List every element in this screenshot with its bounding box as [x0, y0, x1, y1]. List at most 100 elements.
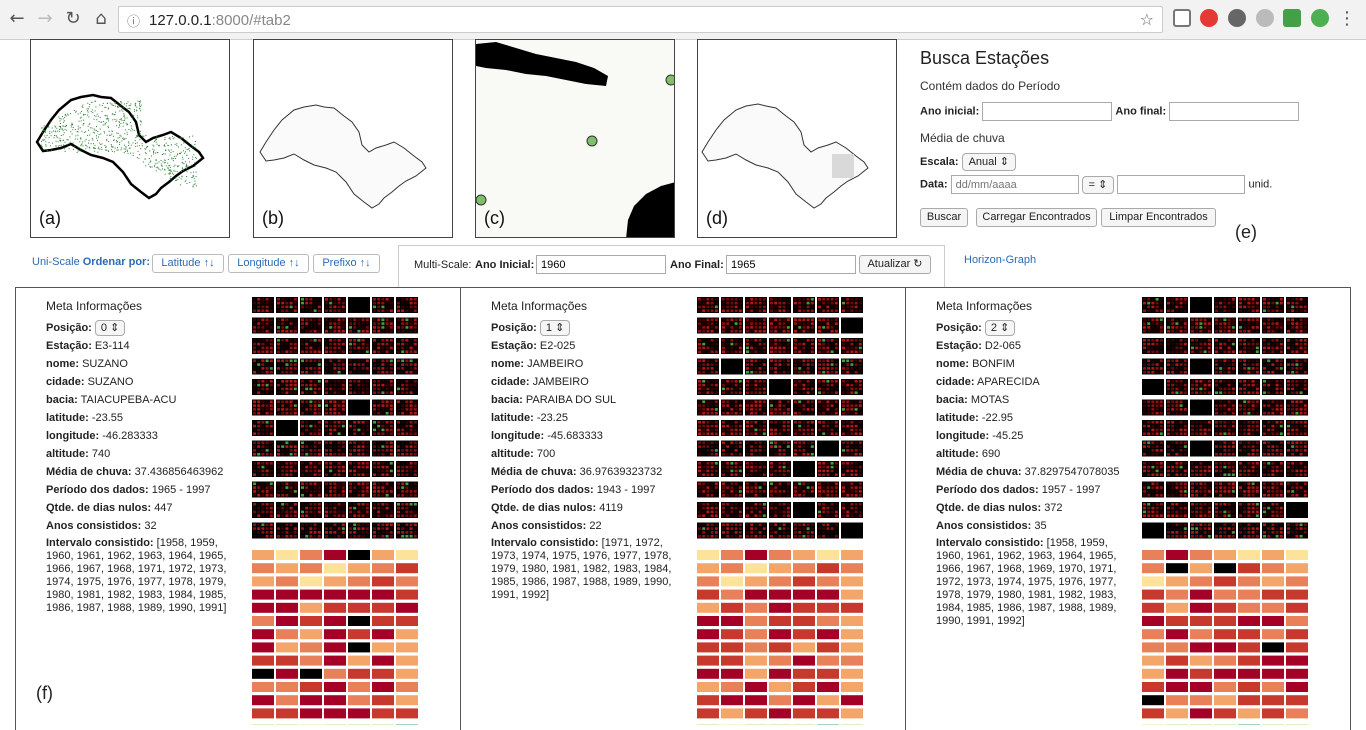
year-cell[interactable]: [252, 602, 274, 613]
month-cell[interactable]: [396, 338, 418, 354]
year-cell[interactable]: [252, 655, 274, 666]
month-cell[interactable]: [1238, 317, 1260, 334]
year-cell[interactable]: [817, 589, 839, 600]
year-cell[interactable]: [721, 576, 743, 587]
year-cell[interactable]: [1166, 642, 1188, 653]
year-cell[interactable]: [1166, 629, 1188, 640]
month-cell[interactable]: [1238, 420, 1260, 436]
year-cell[interactable]: [793, 576, 815, 587]
year-cell[interactable]: [817, 602, 839, 613]
month-cell[interactable]: [1214, 420, 1236, 436]
year-cell[interactable]: [769, 668, 791, 679]
year-cell[interactable]: [348, 576, 370, 587]
year-cell[interactable]: [721, 708, 743, 719]
month-cell[interactable]: [396, 481, 418, 498]
month-cell[interactable]: [769, 358, 791, 375]
month-cell[interactable]: [745, 440, 767, 457]
year-cell[interactable]: [697, 655, 719, 666]
month-cell[interactable]: [1286, 399, 1308, 416]
month-cell[interactable]: [793, 317, 815, 334]
year-cell[interactable]: [769, 682, 791, 692]
year-cell[interactable]: [817, 629, 839, 640]
month-cell[interactable]: [300, 502, 322, 518]
year-cell[interactable]: [1142, 589, 1164, 600]
month-cell[interactable]: [1166, 522, 1188, 539]
month-cell[interactable]: [745, 358, 767, 375]
year-cell[interactable]: [324, 616, 346, 626]
year-cell[interactable]: [252, 642, 274, 653]
year-cell[interactable]: [697, 668, 719, 679]
month-cell[interactable]: [372, 440, 394, 457]
year-cell[interactable]: [1238, 550, 1260, 560]
month-cell[interactable]: [1262, 461, 1284, 477]
month-cell[interactable]: [745, 420, 767, 436]
month-cell[interactable]: [841, 440, 863, 457]
year-cell[interactable]: [348, 708, 370, 719]
start-year-input[interactable]: [982, 102, 1113, 121]
year-cell[interactable]: [1190, 602, 1212, 613]
month-cell[interactable]: [1142, 317, 1164, 334]
year-cell[interactable]: [841, 655, 863, 666]
month-cell[interactable]: [745, 522, 767, 539]
year-cell[interactable]: [1262, 629, 1284, 640]
year-cell[interactable]: [745, 602, 767, 613]
year-cell[interactable]: [276, 668, 298, 679]
year-cell[interactable]: [324, 695, 346, 706]
month-cell[interactable]: [1262, 440, 1284, 457]
opera-icon[interactable]: [1200, 9, 1218, 27]
year-cell[interactable]: [769, 576, 791, 587]
month-cell[interactable]: [252, 379, 274, 395]
year-cell[interactable]: [348, 655, 370, 666]
month-cell[interactable]: [1238, 338, 1260, 354]
year-cell[interactable]: [372, 708, 394, 719]
month-cell[interactable]: [1238, 297, 1260, 313]
rain-heatmap[interactable]: [252, 297, 418, 725]
month-cell[interactable]: [1238, 461, 1260, 477]
year-cell[interactable]: [697, 589, 719, 600]
year-cell[interactable]: [324, 682, 346, 692]
month-cell[interactable]: [1190, 481, 1212, 498]
month-cell[interactable]: [769, 461, 791, 477]
month-cell[interactable]: [1190, 317, 1212, 334]
month-cell[interactable]: [697, 317, 719, 334]
year-cell[interactable]: [1190, 550, 1212, 560]
month-cell[interactable]: [1214, 338, 1236, 354]
month-cell[interactable]: [841, 297, 863, 313]
year-cell[interactable]: [396, 563, 418, 574]
month-cell[interactable]: [252, 461, 274, 477]
month-cell[interactable]: [1190, 420, 1212, 436]
year-cell[interactable]: [721, 668, 743, 679]
month-cell[interactable]: [1166, 420, 1188, 436]
year-cell[interactable]: [1262, 655, 1284, 666]
month-cell[interactable]: [276, 481, 298, 498]
year-cell[interactable]: [252, 682, 274, 692]
year-cell[interactable]: [769, 708, 791, 719]
year-cell[interactable]: [817, 616, 839, 626]
month-cell[interactable]: [1238, 440, 1260, 457]
year-cell[interactable]: [769, 550, 791, 560]
year-cell[interactable]: [324, 655, 346, 666]
year-cell[interactable]: [372, 668, 394, 679]
year-cell[interactable]: [1214, 576, 1236, 587]
month-cell[interactable]: [396, 420, 418, 436]
month-cell[interactable]: [348, 297, 370, 313]
month-cell[interactable]: [769, 338, 791, 354]
month-cell[interactable]: [300, 481, 322, 498]
year-cell[interactable]: [697, 616, 719, 626]
year-cell[interactable]: [1214, 695, 1236, 706]
rain-value-input[interactable]: [1117, 175, 1246, 194]
year-cell[interactable]: [721, 629, 743, 640]
cast-icon[interactable]: [1173, 9, 1191, 27]
month-cell[interactable]: [324, 379, 346, 395]
year-cell[interactable]: [1262, 563, 1284, 574]
year-cell[interactable]: [300, 642, 322, 653]
month-cell[interactable]: [721, 461, 743, 477]
year-cell[interactable]: [300, 563, 322, 574]
month-cell[interactable]: [817, 399, 839, 416]
year-cell[interactable]: [1142, 616, 1164, 626]
month-cell[interactable]: [817, 461, 839, 477]
month-cell[interactable]: [1166, 297, 1188, 313]
month-cell[interactable]: [745, 338, 767, 354]
month-cell[interactable]: [324, 502, 346, 518]
year-cell[interactable]: [793, 563, 815, 574]
